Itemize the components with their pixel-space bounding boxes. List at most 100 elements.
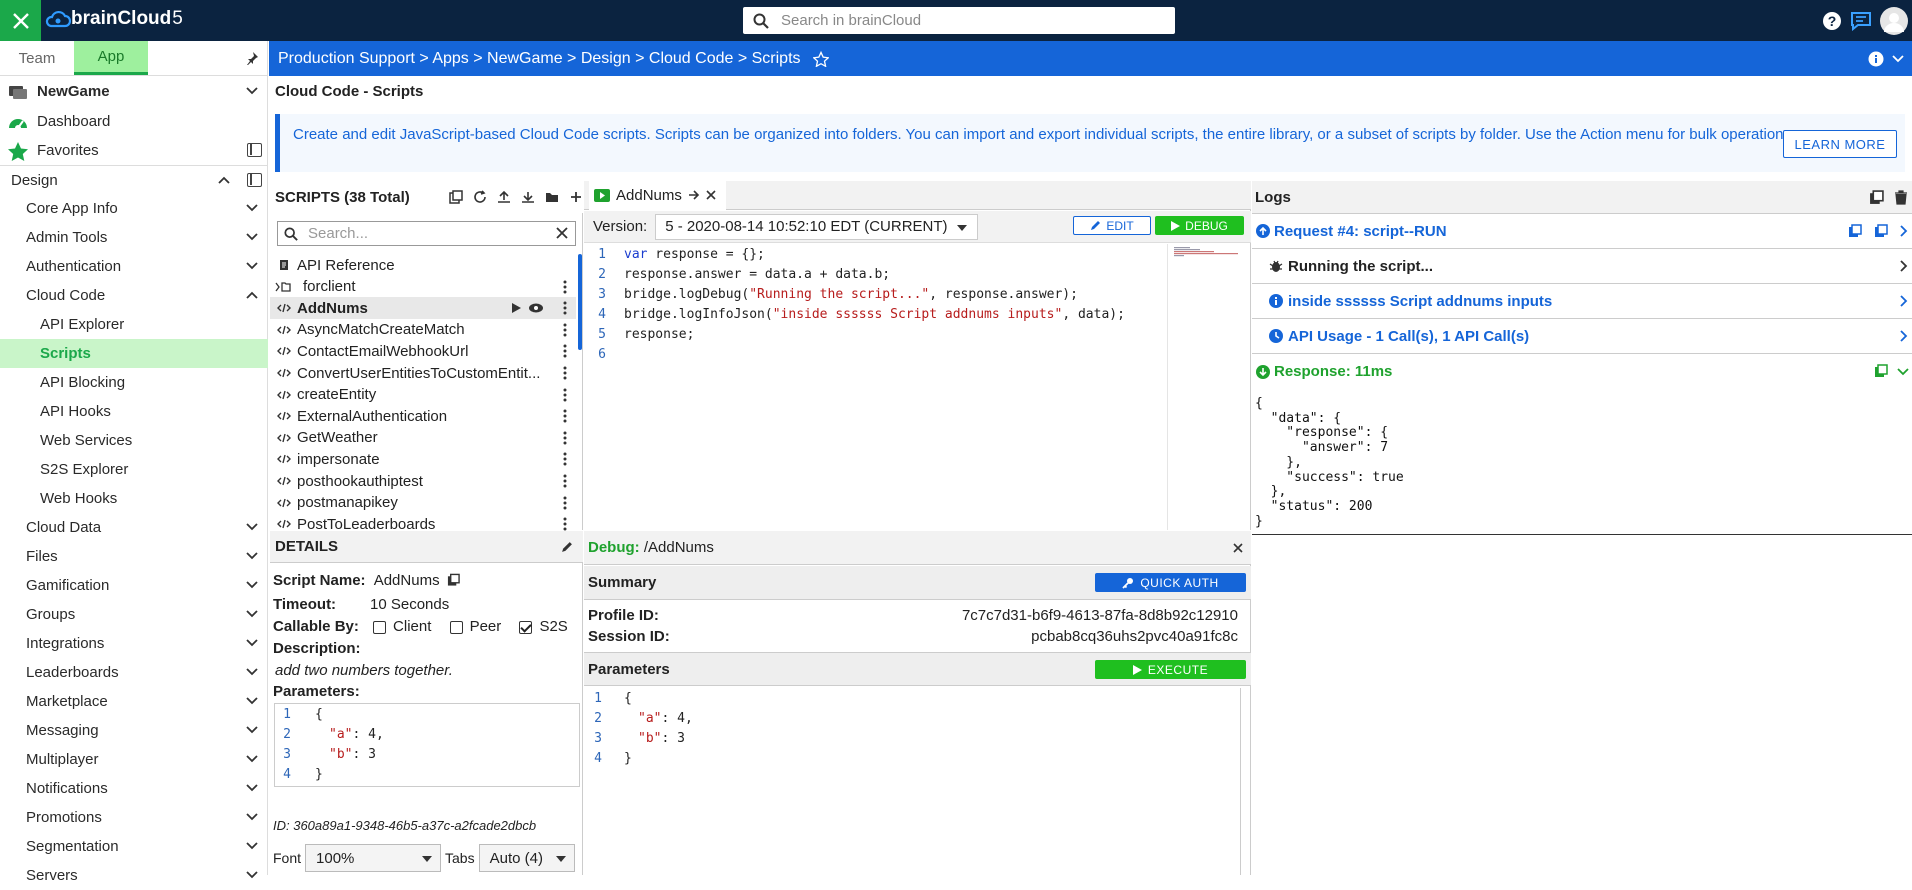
script-list-item[interactable]: AddNums (270, 297, 576, 320)
font-size-select[interactable]: 100% (305, 844, 442, 872)
script-list-item[interactable]: posthookauthiptest (270, 470, 576, 492)
more-vertical-icon[interactable] (563, 301, 567, 315)
sidebar-item-api-explorer[interactable]: API Explorer (0, 310, 268, 339)
more-vertical-icon[interactable] (563, 280, 567, 294)
sidebar-item-marketplace[interactable]: Marketplace (0, 687, 268, 716)
trash-icon[interactable] (1894, 190, 1908, 205)
script-list-item[interactable]: GetWeather (270, 427, 576, 449)
sidebar-item-design[interactable]: Design (0, 165, 268, 194)
favorites-panel-toggle[interactable] (247, 143, 262, 157)
download-icon[interactable] (521, 190, 535, 204)
sidebar-item-scripts[interactable]: Scripts (0, 339, 268, 368)
debug-parameters-editor[interactable]: 1{2 "a": 4, 3 "b": 3 4} (584, 688, 1251, 768)
sidebar-item-api-hooks[interactable]: API Hooks (0, 397, 268, 426)
sidebar-item-admin-tools[interactable]: Admin Tools (0, 223, 268, 252)
more-vertical-icon[interactable] (563, 344, 567, 358)
close-debug-icon[interactable] (1233, 543, 1243, 553)
copy-icon[interactable] (447, 573, 460, 587)
tab-app[interactable]: App (74, 41, 148, 75)
new-folder-icon[interactable] (545, 190, 559, 204)
favorite-star-icon[interactable] (812, 50, 829, 67)
sidebar-item-integrations[interactable]: Integrations (0, 629, 268, 658)
code-area[interactable]: 1 var response = {}; 2 response.answer = da… (584, 244, 1164, 364)
quick-auth-button[interactable]: QUICK AUTH (1095, 573, 1246, 592)
log-request-row[interactable]: Request #4: script--RUN (1252, 214, 1912, 249)
tabs-select[interactable]: Auto (4) (478, 844, 575, 872)
copy-icon[interactable] (1874, 224, 1888, 238)
breadcrumb-path[interactable]: Production Support > Apps > NewGame > De… (278, 50, 801, 68)
sidebar-item-authentication[interactable]: Authentication (0, 252, 268, 281)
script-list-item[interactable]: API Reference (270, 254, 576, 276)
scripts-search-input[interactable]: Search... (277, 221, 576, 246)
sidebar-item-segmentation[interactable]: Segmentation (0, 832, 268, 861)
more-vertical-icon[interactable] (563, 517, 567, 531)
sidebar-item-servers[interactable]: Servers (0, 861, 268, 890)
script-list-item[interactable]: ContactEmailWebhookUrl (270, 340, 576, 362)
more-vertical-icon[interactable] (563, 388, 567, 402)
sidebar-item-favorites[interactable]: Favorites (0, 136, 268, 165)
tab-team[interactable]: Team (0, 41, 74, 75)
callable-client-checkbox[interactable]: Client (363, 618, 431, 635)
sidebar-item-gamification[interactable]: Gamification (0, 571, 268, 600)
debug-params-scrollbar[interactable] (1240, 688, 1250, 875)
more-vertical-icon[interactable] (563, 452, 567, 466)
description-value[interactable]: add two numbers together. (273, 662, 453, 679)
clear-search-icon[interactable] (555, 226, 569, 240)
script-list-item[interactable]: forclient (270, 276, 576, 298)
checkbox-s2s[interactable] (519, 620, 533, 634)
log-response-row[interactable]: Response: 11ms (1252, 354, 1912, 389)
sidebar-item-dashboard[interactable]: Dashboard (0, 107, 268, 136)
close-button[interactable] (0, 0, 41, 41)
chat-icon[interactable] (1850, 11, 1872, 31)
sidebar-item-groups[interactable]: Groups (0, 600, 268, 629)
sidebar-item-messaging[interactable]: Messaging (0, 716, 268, 745)
sidebar-item-cloud-data[interactable]: Cloud Data (0, 513, 268, 542)
pin-icon[interactable] (245, 51, 259, 65)
checkbox-client[interactable] (373, 620, 387, 634)
edit-button[interactable]: EDIT (1073, 216, 1151, 235)
sidebar-item-cloud-code[interactable]: Cloud Code (0, 281, 268, 310)
callable-peer-checkbox[interactable]: Peer (436, 618, 501, 635)
sidebar-item-promotions[interactable]: Promotions (0, 803, 268, 832)
more-vertical-icon[interactable] (563, 431, 567, 445)
more-vertical-icon[interactable] (563, 323, 567, 337)
parameters-editor[interactable]: 1{2 "a": 4, 3 "b": 3 4} (274, 703, 580, 787)
app-selector[interactable]: NewGame (0, 77, 268, 106)
debug-button[interactable]: DEBUG (1155, 216, 1244, 235)
sidebar-item-api-blocking[interactable]: API Blocking (0, 368, 268, 397)
more-vertical-icon[interactable] (563, 366, 567, 380)
refresh-icon[interactable] (473, 190, 487, 204)
log-row-api-usage[interactable]: API Usage - 1 Call(s), 1 API Call(s) (1252, 319, 1912, 354)
user-avatar-icon[interactable] (1880, 6, 1908, 35)
sidebar-item-web-hooks[interactable]: Web Hooks (0, 484, 268, 513)
log-row-running[interactable]: Running the script... (1252, 249, 1912, 284)
more-vertical-icon[interactable] (563, 474, 567, 488)
scripts-scrollbar[interactable] (578, 254, 582, 350)
run-and-view-icons[interactable] (510, 301, 556, 315)
copy-logs-icon[interactable] (1869, 190, 1884, 205)
execute-button[interactable]: EXECUTE (1095, 660, 1246, 679)
script-list-item[interactable]: postmanapikey (270, 492, 576, 514)
sidebar-item-s2s-explorer[interactable]: S2S Explorer (0, 455, 268, 484)
sidebar-item-multiplayer[interactable]: Multiplayer (0, 745, 268, 774)
brand-logo[interactable]: brainCloud 5 (45, 8, 183, 30)
script-list-item[interactable]: impersonate (270, 448, 576, 470)
sidebar-item-leaderboards[interactable]: Leaderboards (0, 658, 268, 687)
upload-icon[interactable] (497, 190, 511, 204)
log-row-info[interactable]: inside ssssss Script addnums inputs (1252, 284, 1912, 319)
info-icon[interactable] (1868, 51, 1884, 67)
more-vertical-icon[interactable] (563, 496, 567, 510)
version-select[interactable]: 5 - 2020-08-14 10:52:10 EDT (CURRENT) (655, 213, 979, 240)
add-icon[interactable] (569, 190, 583, 204)
script-list-item[interactable]: ExternalAuthentication (270, 405, 576, 427)
code-minimap[interactable] (1167, 244, 1249, 530)
sidebar-item-web-services[interactable]: Web Services (0, 426, 268, 455)
copy-icon[interactable] (1874, 364, 1888, 378)
help-icon[interactable]: ? (1822, 11, 1842, 31)
learn-more-button[interactable]: LEARN MORE (1783, 130, 1897, 158)
sidebar-item-files[interactable]: Files (0, 542, 268, 571)
global-search-input[interactable]: Search in brainCloud (743, 7, 1175, 34)
editor-tab-addnums[interactable]: AddNums (589, 180, 726, 210)
sidebar-item-notifications[interactable]: Notifications (0, 774, 268, 803)
close-tab-icon[interactable] (706, 190, 716, 200)
